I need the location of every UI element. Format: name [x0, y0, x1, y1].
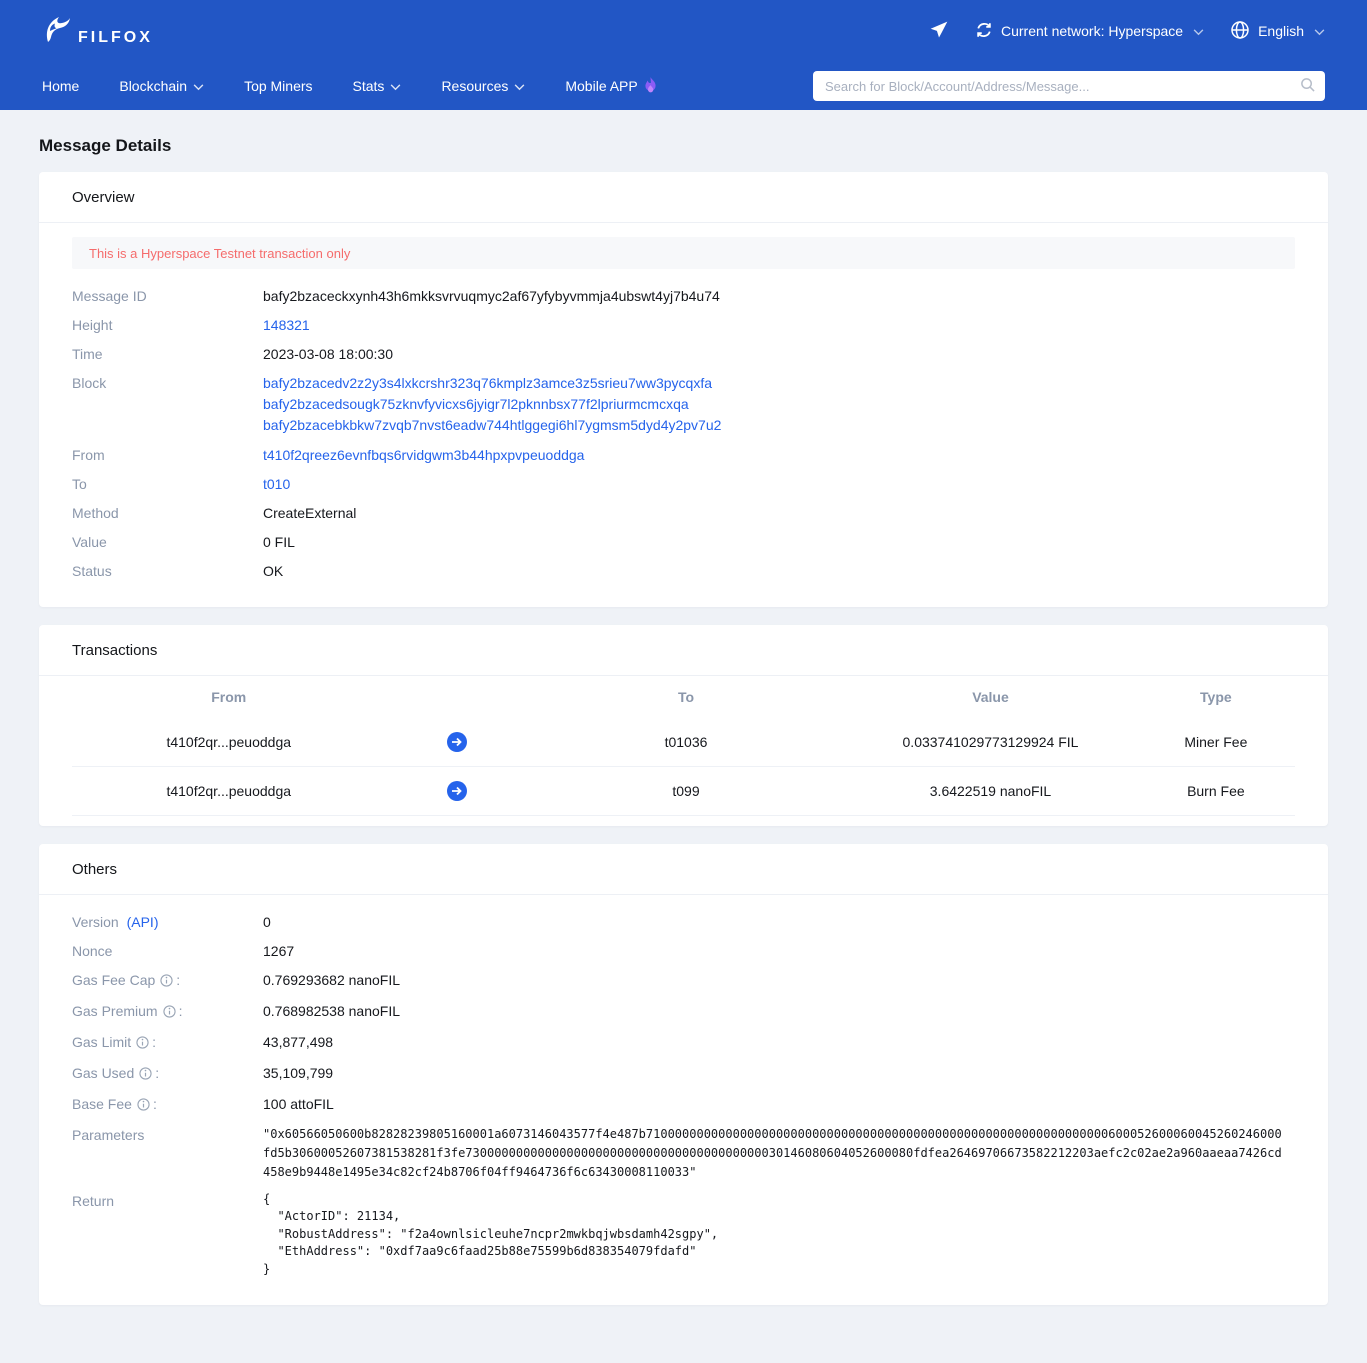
field-to: To t010 — [72, 469, 1295, 498]
nav-item-stats[interactable]: Stats — [353, 78, 402, 94]
field-gas-used: Gas Used: 35,109,799 — [72, 1058, 1295, 1089]
table-row: t410f2qr...peuoddga t01036 0.03374102977… — [72, 718, 1295, 767]
arrow-right-circle-icon — [386, 732, 528, 752]
height-link[interactable]: 148321 — [263, 317, 310, 333]
main-nav: Home Blockchain Top Miners Stats Resourc… — [42, 77, 657, 96]
field-parameters: Parameters "0x60566050600b82828239805160… — [72, 1120, 1295, 1186]
info-icon[interactable] — [139, 1065, 152, 1085]
table-row: t410f2qr...peuoddga t099 3.6422519 nanoF… — [72, 767, 1295, 816]
filfox-fox-icon — [42, 14, 72, 49]
info-icon[interactable] — [163, 1003, 176, 1023]
block-cid-link[interactable]: bafy2bzacebkbkw7zvqb7nvst6eadw744htlggeg… — [263, 415, 721, 436]
tx-to: t01036 — [528, 734, 845, 750]
field-time: Time 2023-03-08 18:00:30 — [72, 339, 1295, 368]
tx-value: 0.033741029773129924 FIL — [844, 734, 1136, 750]
field-from: From t410f2qreez6evnfbqs6rvidgwm3b44hpxp… — [72, 440, 1295, 469]
block-cid-link[interactable]: bafy2bzacedv2z2y3s4lxkcrshr323q76kmplz3a… — [263, 373, 721, 394]
to-address-link[interactable]: t010 — [263, 476, 290, 492]
api-link[interactable]: (API) — [127, 914, 159, 930]
info-icon[interactable] — [136, 1034, 149, 1054]
nav-item-blockchain[interactable]: Blockchain — [119, 78, 204, 94]
tx-to: t099 — [528, 783, 845, 799]
col-header-type: Type — [1137, 689, 1295, 705]
field-method: Method CreateExternal — [72, 498, 1295, 527]
transactions-table-header: From To Value Type — [72, 676, 1295, 718]
field-return: Return { "ActorID": 21134, "RobustAddres… — [72, 1186, 1295, 1283]
network-selector[interactable]: Current network: Hyperspace — [975, 21, 1204, 42]
return-json: { "ActorID": 21134, "RobustAddress": "f2… — [263, 1191, 718, 1279]
tx-from: t410f2qr...peuoddga — [72, 734, 386, 750]
paper-plane-icon[interactable] — [929, 20, 949, 43]
network-label: Current network: Hyperspace — [1001, 23, 1183, 39]
search-input[interactable] — [825, 79, 1300, 94]
nav-item-home[interactable]: Home — [42, 78, 79, 94]
flame-icon — [644, 77, 657, 96]
block-cid-link[interactable]: bafy2bzacedsougk75zknvfyvicxs6jyigr7l2pk… — [263, 394, 721, 415]
refresh-icon — [975, 21, 993, 42]
tx-type: Burn Fee — [1137, 783, 1295, 799]
filfox-logo[interactable]: FILFOX — [42, 14, 153, 49]
page-title: Message Details — [39, 136, 1328, 156]
others-section-title: Others — [39, 844, 1328, 895]
transactions-card: Transactions From To Value Type t410f2qr… — [39, 625, 1328, 826]
field-gas-limit: Gas Limit: 43,877,498 — [72, 1027, 1295, 1058]
search-icon[interactable] — [1300, 77, 1315, 95]
field-value: Value 0 FIL — [72, 527, 1295, 556]
tx-from: t410f2qr...peuoddga — [72, 783, 386, 799]
nav-item-mobile-app[interactable]: Mobile APP — [565, 77, 656, 96]
testnet-notice: This is a Hyperspace Testnet transaction… — [72, 237, 1295, 269]
chevron-down-icon — [1193, 23, 1204, 39]
arrow-right-circle-icon — [386, 781, 528, 801]
field-base-fee: Base Fee: 100 attoFIL — [72, 1089, 1295, 1120]
chevron-down-icon — [193, 78, 204, 94]
field-height: Height 148321 — [72, 310, 1295, 339]
field-message-id: Message ID bafy2bzaceckxynh43h6mkksvrvuq… — [72, 281, 1295, 310]
transactions-section-title: Transactions — [39, 625, 1328, 676]
overview-card: Overview This is a Hyperspace Testnet tr… — [39, 172, 1328, 607]
field-gas-fee-cap: Gas Fee Cap: 0.769293682 nanoFIL — [72, 965, 1295, 996]
field-status: Status OK — [72, 556, 1295, 585]
brand-name: FILFOX — [78, 29, 153, 49]
parameters-hex: "0x60566050600b82828239805160001a6073146… — [263, 1125, 1288, 1182]
col-header-value: Value — [844, 689, 1136, 705]
col-header-to: To — [528, 689, 845, 705]
info-icon[interactable] — [137, 1096, 150, 1116]
header: FILFOX Current network: Hyperspace — [0, 0, 1367, 110]
info-icon[interactable] — [160, 972, 173, 992]
nav-item-resources[interactable]: Resources — [441, 78, 525, 94]
language-label: English — [1258, 23, 1304, 39]
search-bar — [813, 71, 1325, 101]
field-block: Block bafy2bzacedv2z2y3s4lxkcrshr323q76k… — [72, 368, 1295, 440]
chevron-down-icon — [514, 78, 525, 94]
chevron-down-icon — [390, 78, 401, 94]
from-address-link[interactable]: t410f2qreez6evnfbqs6rvidgwm3b44hpxpvpeuo… — [263, 447, 584, 463]
field-nonce: Nonce 1267 — [72, 936, 1295, 965]
transactions-table: From To Value Type t410f2qr...peuoddga t… — [72, 676, 1295, 816]
chevron-down-icon — [1314, 23, 1325, 39]
language-selector[interactable]: English — [1230, 20, 1325, 43]
tx-type: Miner Fee — [1137, 734, 1295, 750]
tx-value: 3.6422519 nanoFIL — [844, 783, 1136, 799]
col-header-from: From — [72, 689, 386, 705]
field-gas-premium: Gas Premium: 0.768982538 nanoFIL — [72, 996, 1295, 1027]
nav-item-top-miners[interactable]: Top Miners — [244, 78, 312, 94]
overview-section-title: Overview — [39, 172, 1328, 223]
field-version: Version (API) 0 — [72, 907, 1295, 936]
others-card: Others Version (API) 0 Nonce 1267 Gas Fe… — [39, 844, 1328, 1305]
globe-icon — [1230, 20, 1250, 43]
